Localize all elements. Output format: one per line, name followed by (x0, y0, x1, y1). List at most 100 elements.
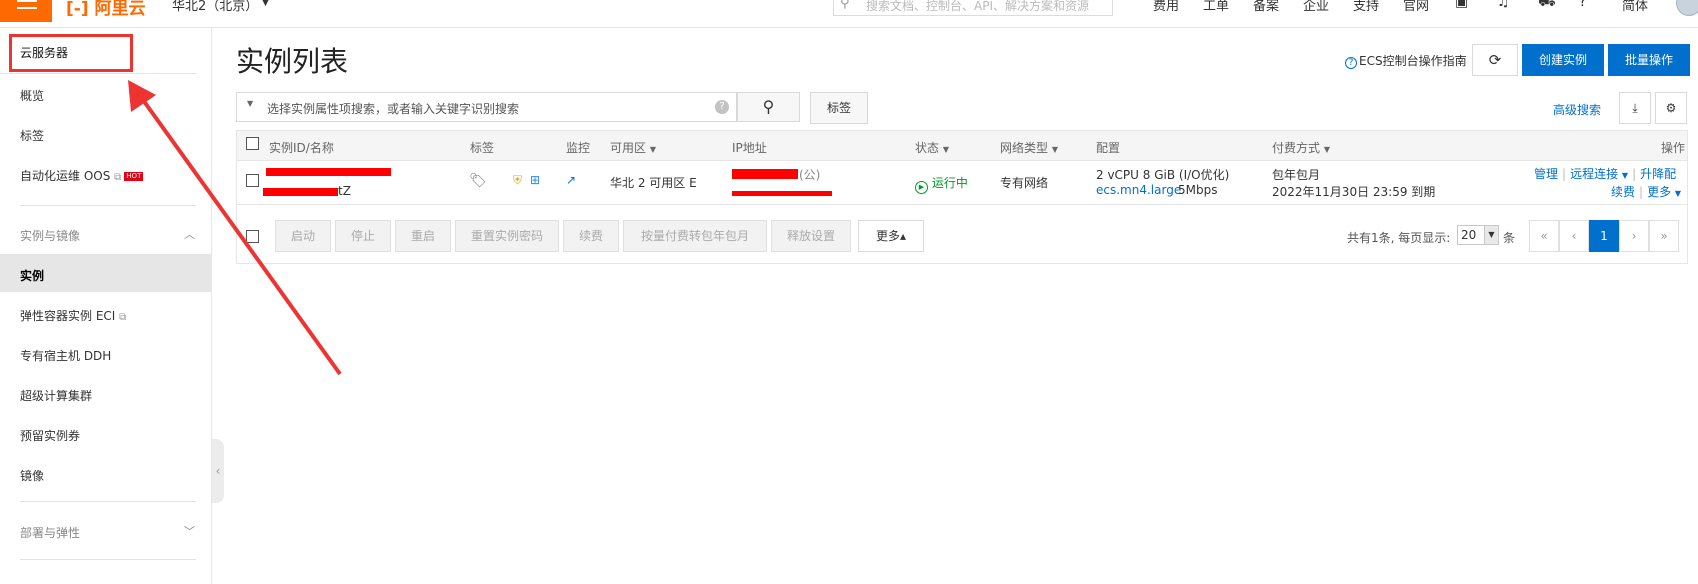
start-button[interactable]: 启动 (275, 220, 331, 252)
caret-down-icon: ▼ (1621, 171, 1629, 180)
convert-billing-button[interactable]: 按量付费转包年包月 (623, 220, 767, 252)
global-search-input[interactable]: ⚲ 搜索文档、控制台、API、解决方案和资源 (833, 0, 1113, 16)
nav-enterprise[interactable]: 企业 (1303, 0, 1329, 14)
nav-support[interactable]: 支持 (1353, 0, 1379, 14)
guide-link-label: ECS控制台操作指南 (1359, 54, 1467, 68)
stop-button[interactable]: 停止 (335, 220, 391, 252)
billing-cell: 包年包月 (1272, 168, 1321, 182)
page-size-value: 20 (1461, 228, 1477, 242)
chevron-down-icon[interactable]: ▼ (262, 0, 269, 8)
column-header[interactable]: 状态 ▼ (915, 139, 949, 156)
sidebar-item-tags[interactable]: 标签 (20, 127, 44, 144)
upgrade-link[interactable]: 升降配 (1640, 167, 1676, 181)
instance-name[interactable]: tZ (338, 184, 351, 198)
play-circle-icon: ▶ (915, 181, 928, 194)
sidebar-item-label: 自动化运维 OOS (20, 169, 111, 183)
page-size-select[interactable]: 20 ▼ (1457, 225, 1499, 245)
search-placeholder: 选择实例属性项搜索，或者输入关键字识别搜索 (267, 102, 520, 116)
nav-filing[interactable]: 备案 (1253, 0, 1279, 14)
search-icon: ⚲ (762, 97, 775, 116)
page-1-button[interactable]: 1 (1589, 220, 1619, 252)
actions-line1: 管理 | 远程连接 ▼ | 升降配 (1534, 165, 1676, 182)
tag-filter-button[interactable]: 标签 (810, 92, 868, 124)
actions-line2: 续费 | 更多 ▼ (1611, 183, 1681, 200)
next-page-button[interactable]: › (1619, 220, 1649, 252)
instance-search-input[interactable]: ▼ 选择实例属性项搜索，或者输入关键字识别搜索 ? (236, 92, 737, 122)
tag-icon[interactable]: 🏷 (469, 173, 487, 189)
nav-fees[interactable]: 费用 (1153, 0, 1179, 14)
divider (237, 204, 1687, 205)
remote-connect-link[interactable]: 远程连接 ▼ (1570, 167, 1628, 181)
redaction-mark (732, 169, 798, 179)
select-all-checkbox-bottom[interactable] (246, 230, 259, 243)
sidebar-group-deploy[interactable]: 部署与弹性 (20, 524, 80, 541)
annotation-highlight-box (9, 34, 133, 72)
config-cell: 2 vCPU 8 GiB (I/O优化) (1096, 168, 1230, 182)
sidebar-item-reserved[interactable]: 预留实例券 (20, 427, 80, 444)
release-settings-button[interactable]: 释放设置 (771, 220, 851, 252)
expire-cell: 2022年11月30日 23:59 到期 (1272, 185, 1436, 199)
remote-connect-label: 远程连接 (1570, 167, 1619, 181)
caret-down-icon[interactable]: ▼ (247, 99, 253, 108)
prev-page-button[interactable]: ‹ (1559, 220, 1589, 252)
monitor-chart-icon[interactable]: ↗ (566, 173, 576, 187)
chevron-down-icon[interactable]: ﹀ (184, 523, 195, 539)
sidebar-item-scc[interactable]: 超级计算集群 (20, 387, 92, 404)
sidebar-item-eci[interactable]: 弹性容器实例 ECI ⧉ (20, 307, 126, 324)
nav-website[interactable]: 官网 (1403, 0, 1429, 14)
sidebar-item-instances[interactable]: 实例 (20, 267, 44, 284)
last-page-button[interactable]: » (1649, 220, 1679, 252)
reset-password-button[interactable]: 重置实例密码 (455, 220, 559, 252)
help-icon[interactable]: ? (715, 100, 729, 114)
nav-tickets[interactable]: 工单 (1203, 0, 1229, 14)
more-actions-label: 更多 (1647, 185, 1672, 199)
settings-button[interactable]: ⚙ (1655, 92, 1687, 124)
batch-operation-button[interactable]: 批量操作 (1608, 44, 1690, 76)
column-header[interactable]: 网络类型 ▼ (1000, 139, 1058, 156)
column-header[interactable]: 付费方式 ▼ (1272, 139, 1330, 156)
column-header[interactable]: 可用区 ▼ (610, 139, 656, 156)
create-instance-button[interactable]: 创建实例 (1522, 44, 1604, 76)
sidebar-item-ddh[interactable]: 专有宿主机 DDH (20, 347, 111, 364)
caret-down-icon: ▼ (649, 145, 656, 154)
avatar[interactable] (1676, 0, 1698, 16)
redaction-mark (266, 168, 391, 176)
advanced-search-link[interactable]: 高级搜索 (1553, 101, 1601, 118)
sidebar-collapse-handle[interactable]: ‹ (212, 439, 224, 503)
search-button[interactable]: ⚲ (737, 92, 800, 122)
global-search-placeholder: 搜索文档、控制台、API、解决方案和资源 (866, 0, 1089, 13)
guide-link[interactable]: ? ECS控制台操作指南 (1345, 52, 1467, 69)
first-page-button[interactable]: « (1529, 220, 1559, 252)
more-actions-link[interactable]: 更多 ▼ (1647, 185, 1681, 199)
external-link-icon: ⧉ (114, 172, 122, 183)
language-selector[interactable]: 简体 (1622, 0, 1648, 14)
logo[interactable]: [-] 阿里云 (66, 0, 146, 19)
sidebar-item-oos[interactable]: 自动化运维 OOS ⧉ HOT (20, 167, 144, 184)
chevron-up-icon[interactable]: ︿ (184, 226, 195, 242)
refresh-button[interactable]: ⟳ (1472, 44, 1518, 76)
renew-button[interactable]: 续费 (563, 220, 619, 252)
renew-link[interactable]: 续费 (1611, 185, 1635, 199)
row-checkbox[interactable] (246, 174, 259, 187)
caret-down-icon: ▼ (942, 145, 949, 154)
restart-button[interactable]: 重启 (395, 220, 451, 252)
sidebar-item-label: 弹性容器实例 ECI (20, 309, 116, 323)
cart-icon[interactable]: ⛟ (1538, 0, 1556, 12)
terminal-icon[interactable]: ▣ (1455, 0, 1468, 10)
divider: | (1632, 167, 1637, 181)
manage-link[interactable]: 管理 (1534, 167, 1558, 181)
bell-icon[interactable]: ♫ (1497, 0, 1510, 10)
column-header-label: 网络类型 (1000, 141, 1049, 155)
menu-button[interactable] (0, 0, 52, 22)
select-all-checkbox[interactable] (246, 137, 259, 150)
instance-type-link[interactable]: ecs.mn4.large (1096, 183, 1181, 197)
sidebar-item-overview[interactable]: 概览 (20, 87, 44, 104)
column-header: 监控 (566, 141, 591, 155)
divider: | (1562, 167, 1567, 181)
region-selector[interactable]: 华北2（北京） (172, 0, 258, 14)
more-button[interactable]: 更多▴ (858, 220, 924, 252)
export-button[interactable]: ⤓ (1619, 92, 1651, 124)
sidebar-group-instances[interactable]: 实例与镜像 (20, 227, 80, 244)
sidebar-item-images[interactable]: 镜像 (20, 467, 44, 484)
help-icon[interactable]: ? (1579, 0, 1586, 10)
